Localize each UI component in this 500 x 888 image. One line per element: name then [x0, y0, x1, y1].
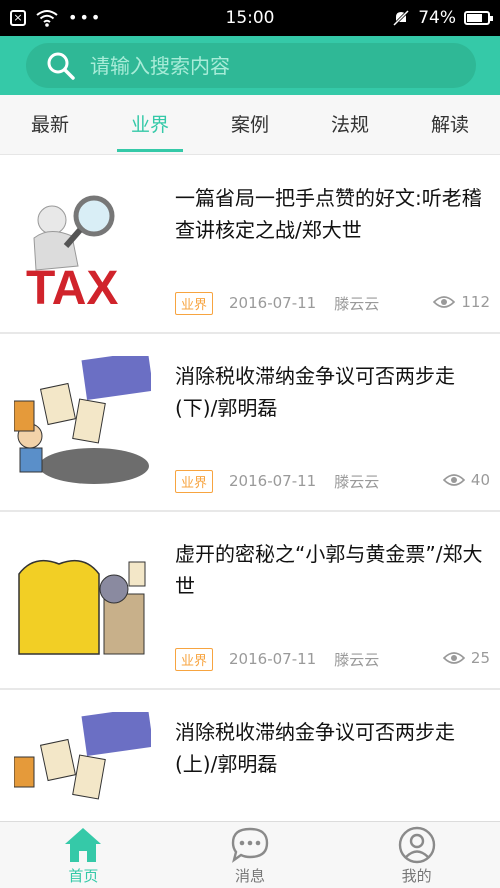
tab-latest[interactable]: 最新: [0, 95, 100, 154]
list-item[interactable]: 消除税收滞纳金争议可否两步走(下)/郭明磊 业界 2016-07-11 滕云云 …: [0, 334, 500, 512]
status-bar-right: 74%: [392, 8, 493, 28]
article-thumbnail: [14, 534, 151, 669]
view-count: 25: [442, 649, 490, 667]
article-thumbnail: [14, 712, 151, 821]
battery-percent: 74%: [418, 8, 456, 28]
view-count-value: 112: [461, 293, 490, 311]
article-meta: 业界 2016-07-11 滕云云 40: [175, 469, 490, 493]
nav-profile-label: 我的: [401, 867, 432, 885]
article-thumbnail: [14, 356, 151, 491]
view-count-value: 25: [470, 649, 490, 667]
tab-industry[interactable]: 业界: [100, 95, 200, 154]
status-bar: × ••• 15:00 74%: [0, 0, 500, 36]
message-icon: [230, 826, 270, 864]
search-input[interactable]: [90, 45, 476, 86]
category-tag: 业界: [175, 291, 214, 315]
view-count: 112: [433, 293, 490, 311]
nav-home[interactable]: 首页: [0, 822, 167, 888]
nav-profile[interactable]: 我的: [333, 822, 500, 888]
eye-icon: [442, 474, 465, 486]
list-item[interactable]: TAX 一篇省局一把手点赞的好文:听老稽查讲核定之战/郑大世 业界 2016-0…: [0, 156, 500, 334]
eye-icon: [433, 296, 456, 308]
tab-interpretation[interactable]: 解读: [400, 95, 500, 154]
nav-messages-label: 消息: [235, 867, 266, 885]
list-item[interactable]: 虚开的密秘之“小郭与黄金票”/郑大世 业界 2016-07-11 滕云云 25: [0, 512, 500, 690]
article-author: 滕云云: [334, 650, 380, 669]
category-tag: 业界: [175, 647, 214, 671]
article-title[interactable]: 消除税收滞纳金争议可否两步走(上)/郭明磊: [175, 716, 490, 780]
article-meta: 业界 2016-07-11 滕云云 25: [175, 647, 490, 671]
mute-icon: [393, 9, 410, 27]
home-icon: [63, 826, 103, 864]
tab-regulations[interactable]: 法规: [300, 95, 400, 154]
eye-icon: [442, 652, 465, 664]
search-icon[interactable]: [46, 51, 76, 81]
article-meta: 业界 2016-07-11 滕云云 112: [175, 291, 490, 315]
article-author: 滕云云: [334, 294, 380, 313]
article-title[interactable]: 消除税收滞纳金争议可否两步走(下)/郭明磊: [175, 360, 490, 424]
tab-cases[interactable]: 案例: [200, 95, 300, 154]
view-count-value: 40: [470, 471, 490, 489]
search-bar[interactable]: [26, 43, 476, 88]
article-title[interactable]: 虚开的密秘之“小郭与黄金票”/郑大世: [175, 538, 490, 602]
article-list: TAX 一篇省局一把手点赞的好文:听老稽查讲核定之战/郑大世 业界 2016-0…: [0, 156, 500, 821]
article-thumbnail: TAX: [14, 178, 151, 313]
bottom-nav: 首页 消息 我的: [0, 821, 500, 888]
article-title[interactable]: 一篇省局一把手点赞的好文:听老稽查讲核定之战/郑大世: [175, 182, 490, 246]
battery-icon: [464, 11, 493, 25]
svg-text:TAX: TAX: [26, 262, 118, 313]
article-author: 滕云云: [334, 472, 380, 491]
nav-messages[interactable]: 消息: [167, 822, 334, 888]
article-date: 2016-07-11: [229, 472, 317, 490]
category-tabs: 最新 业界 案例 法规 解读: [0, 95, 500, 155]
article-date: 2016-07-11: [229, 294, 317, 312]
view-count: 40: [442, 471, 490, 489]
list-item[interactable]: 消除税收滞纳金争议可否两步走(上)/郭明磊: [0, 690, 500, 821]
nav-home-label: 首页: [68, 867, 99, 885]
profile-icon: [397, 826, 437, 864]
category-tag: 业界: [175, 469, 214, 493]
header: [0, 36, 500, 95]
article-date: 2016-07-11: [229, 650, 317, 668]
